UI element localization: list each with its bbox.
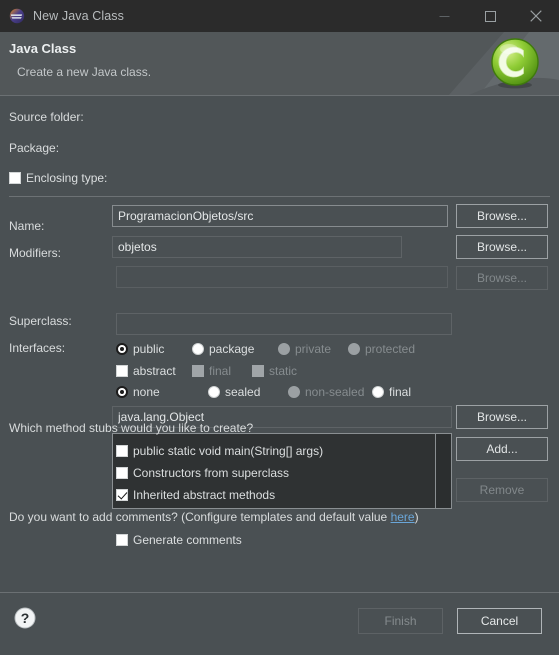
wizard-header: Java Class Create a new Java class. (0, 32, 559, 96)
generate-comments-label: Generate comments (133, 533, 242, 547)
modifier-radio-private[interactable]: private (278, 342, 331, 356)
page-subtitle: Create a new Java class. (17, 65, 152, 79)
radio-indicator (208, 386, 220, 398)
modifier-radio-package[interactable]: package (192, 342, 254, 356)
radio-indicator (116, 386, 128, 398)
radio-indicator (192, 343, 204, 355)
modifier-check-abstract[interactable]: abstract (116, 364, 176, 378)
modifier-check-abstract-label: abstract (133, 364, 176, 378)
superclass-label: Superclass: (9, 314, 72, 328)
package-input[interactable] (112, 236, 402, 258)
generate-comments-checkbox[interactable]: Generate comments (116, 533, 242, 547)
modifier-radio-protected-label: protected (365, 342, 416, 356)
package-browse-button[interactable]: Browse... (456, 235, 548, 259)
checkbox-indicator (116, 467, 128, 479)
checkbox-indicator (192, 365, 204, 377)
modifier-check-static-label: static (269, 364, 298, 378)
package-label: Package: (9, 141, 60, 155)
page-title: Java Class (9, 41, 77, 56)
source-folder-input[interactable] (112, 205, 448, 227)
modifier-check-final[interactable]: final (192, 364, 231, 378)
modifier-radio-none[interactable]: none (116, 385, 160, 399)
maximize-button[interactable] (467, 0, 513, 32)
java-class-wizard-icon (491, 38, 539, 89)
close-button[interactable] (513, 0, 559, 32)
interfaces-add-button[interactable]: Add... (456, 437, 548, 461)
eclipse-icon (9, 8, 25, 24)
interfaces-remove-button[interactable]: Remove (456, 478, 548, 502)
interfaces-label: Interfaces: (9, 341, 66, 355)
cancel-button[interactable]: Cancel (457, 608, 542, 634)
enclosing-type-browse-button[interactable]: Browse... (456, 266, 548, 290)
enclosing-type-label: Enclosing type: (26, 171, 108, 185)
stub-check-constructors[interactable]: Constructors from superclass (116, 466, 289, 480)
modifier-radio-public[interactable]: public (116, 342, 164, 356)
dialog-body: Source folder: Browse... Package: Browse… (0, 96, 559, 593)
modifier-radio-sealed-label: sealed (225, 385, 261, 399)
modifier-radio-non-sealed-label: non-sealed (305, 385, 365, 399)
checkbox-indicator (116, 365, 128, 377)
comments-question-text: Do you want to add comments? (Configure … (9, 510, 391, 524)
modifier-radio-private-label: private (295, 342, 332, 356)
modifier-radio-none-label: none (133, 385, 160, 399)
stub-check-inherited-abstract[interactable]: Inherited abstract methods (116, 488, 275, 502)
modifier-radio-package-label: package (209, 342, 255, 356)
configure-templates-link[interactable]: here (391, 510, 415, 524)
enclosing-type-input[interactable] (116, 266, 448, 288)
method-stubs-question: Which method stubs would you like to cre… (9, 421, 254, 435)
enclosing-type-checkbox[interactable]: Enclosing type: (9, 171, 107, 185)
stub-check-inherited-abstract-label: Inherited abstract methods (133, 488, 276, 502)
radio-indicator (288, 386, 300, 398)
checkbox-indicator (116, 534, 128, 546)
modifier-radio-non-sealed[interactable]: non-sealed (288, 385, 364, 399)
help-icon[interactable]: ? (14, 607, 36, 629)
source-folder-browse-button[interactable]: Browse... (456, 204, 548, 228)
modifier-radio-final[interactable]: final (372, 385, 411, 399)
modifier-radio-protected[interactable]: protected (348, 342, 415, 356)
checkbox-indicator (252, 365, 264, 377)
radio-indicator (348, 343, 360, 355)
radio-indicator (372, 386, 384, 398)
modifiers-label: Modifiers: (9, 246, 62, 260)
window-title: New Java Class (33, 9, 125, 23)
modifier-radio-final-label: final (389, 385, 412, 399)
window-controls (421, 0, 559, 32)
name-label: Name: (9, 219, 45, 233)
finish-button[interactable]: Finish (358, 608, 443, 634)
radio-indicator (116, 343, 128, 355)
stub-check-constructors-label: Constructors from superclass (133, 466, 290, 480)
name-input[interactable] (116, 313, 452, 335)
comments-question-tail: ) (414, 510, 419, 524)
modifier-check-static[interactable]: static (252, 364, 297, 378)
radio-indicator (278, 343, 290, 355)
checkbox-indicator (116, 489, 128, 501)
modifier-check-final-label: final (209, 364, 232, 378)
dialog-footer: ? Finish Cancel (0, 592, 559, 655)
comments-question: Do you want to add comments? (Configure … (9, 510, 419, 524)
svg-text:?: ? (21, 610, 30, 626)
superclass-browse-button[interactable]: Browse... (456, 405, 548, 429)
stub-check-main-method-label: public static void main(String[] args) (133, 444, 324, 458)
minimize-button[interactable] (421, 0, 467, 32)
modifier-radio-public-label: public (133, 342, 165, 356)
interfaces-scrollbar[interactable] (435, 434, 451, 508)
section-divider-1 (9, 196, 550, 197)
checkbox-indicator (116, 445, 128, 457)
modifier-radio-sealed[interactable]: sealed (208, 385, 260, 399)
enclosing-type-check-box (9, 172, 21, 184)
source-folder-label: Source folder: (9, 110, 84, 124)
stub-check-main-method[interactable]: public static void main(String[] args) (116, 444, 323, 458)
window-titlebar: New Java Class (0, 0, 559, 32)
